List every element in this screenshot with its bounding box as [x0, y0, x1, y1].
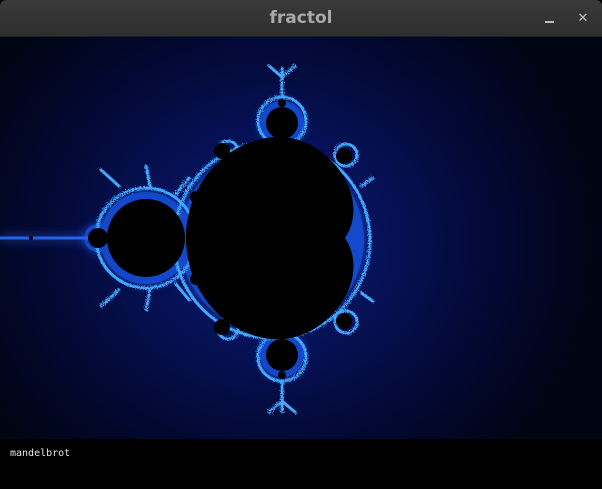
minimize-button[interactable]	[540, 9, 558, 27]
close-button[interactable]: ✕	[574, 9, 592, 27]
window-title: fractol	[269, 8, 333, 28]
minimize-icon	[544, 13, 554, 23]
fractol-window: fractol ✕ mandelbrot	[0, 0, 602, 489]
mandelbrot-render	[0, 63, 375, 415]
fractal-name-label: mandelbrot	[10, 448, 71, 459]
close-icon: ✕	[577, 10, 589, 26]
fractal-canvas[interactable]	[0, 37, 602, 439]
title-bar[interactable]: fractol ✕	[0, 0, 602, 37]
